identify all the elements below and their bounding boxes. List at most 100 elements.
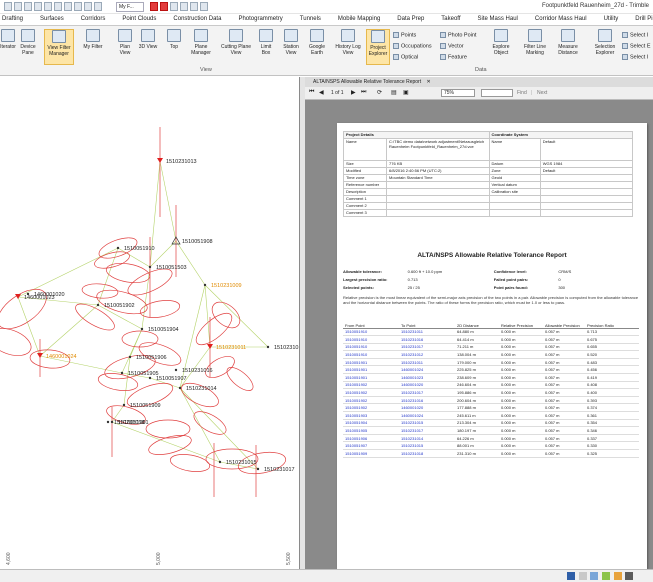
undo-icon[interactable] (44, 2, 52, 11)
survey-point-icon[interactable] (266, 345, 270, 349)
plan-view-button[interactable]: Plan View (116, 29, 134, 65)
tab-data-prep[interactable]: Data Prep (397, 14, 424, 24)
point-link[interactable]: 1460001024 (399, 365, 455, 375)
point-link[interactable]: 1510051903 (343, 411, 399, 420)
survey-point-icon[interactable] (256, 467, 260, 471)
print-icon[interactable] (84, 2, 92, 11)
point-link[interactable]: 1510231018 (399, 449, 455, 458)
photo-point-toggle[interactable]: Photo Point (440, 32, 476, 38)
point-link[interactable]: 1510231017 (399, 426, 455, 435)
nav-first-icon[interactable]: ⏮ (309, 89, 314, 96)
nav-last-icon[interactable]: ⏭ (361, 89, 366, 96)
point-link[interactable]: 1510231016 (399, 396, 455, 405)
column-header[interactable]: Allowable Precision (543, 316, 585, 329)
vector-toggle[interactable]: Vector (440, 43, 464, 49)
column-header[interactable]: 2D Distance (455, 316, 499, 329)
cutting-plane-button[interactable]: Cutting Plane View (220, 29, 252, 65)
find-button[interactable]: Find (517, 90, 527, 96)
point-link[interactable]: 1510051910 (343, 328, 399, 337)
print-icon[interactable]: ▤ (391, 89, 397, 96)
survey-point-icon[interactable] (148, 265, 152, 269)
iterator-button[interactable]: Iterator (0, 29, 16, 65)
report-tab[interactable]: ALTA/NSPS Allowable Relative Tolerance R… (305, 77, 653, 87)
help-icon[interactable] (94, 2, 102, 11)
point-link[interactable]: 1460001024 (399, 411, 455, 420)
point-link[interactable]: 1510231011 (399, 328, 455, 337)
find-input[interactable] (481, 89, 513, 97)
warning-icon[interactable] (613, 572, 622, 580)
column-header[interactable]: Precision Ratio (585, 316, 639, 329)
tab-photogrammetry[interactable]: Photogrammetry (238, 14, 282, 24)
selection-explorer-button[interactable]: Selection Explorer (590, 29, 620, 65)
refresh-icon[interactable]: ⟳ (377, 89, 382, 96)
document-selector[interactable]: My F... (116, 2, 144, 12)
cube-button[interactable]: 3D View (138, 29, 158, 65)
point-link[interactable]: 1510051902 (343, 396, 399, 405)
tab-utility[interactable]: Utility (604, 14, 619, 24)
point-link[interactable]: 1460001020 (399, 403, 455, 413)
point-link[interactable]: 1510231015 (399, 419, 455, 428)
survey-point-icon[interactable] (178, 386, 182, 390)
point-link[interactable]: 1510051910 (343, 335, 399, 344)
point-link[interactable]: 1510231012 (399, 350, 455, 359)
tab-takeoff[interactable]: Takeoff (441, 14, 460, 24)
snap-icon[interactable] (567, 572, 575, 580)
close-icon[interactable]: ✕ (427, 79, 431, 85)
tab-corridors[interactable]: Corridors (81, 14, 106, 24)
open-icon[interactable] (24, 2, 32, 11)
point-link[interactable]: 1510051904 (343, 419, 399, 428)
view-filter-button[interactable]: View Filter Manager (44, 29, 74, 65)
survey-point-icon[interactable] (110, 420, 114, 424)
point-link[interactable]: 1510051901 (343, 373, 399, 382)
survey-point-icon[interactable] (140, 327, 144, 331)
plan-view-canvas[interactable]: 1510231013 1510051908 1510231009 1510051503… (0, 77, 300, 569)
station-flag-icon[interactable] (37, 353, 43, 358)
next-button[interactable]: Next (537, 90, 547, 96)
layout-icon[interactable] (190, 2, 198, 11)
point-link[interactable]: 1510051901 (343, 358, 399, 367)
column-header[interactable]: Relative Precision (499, 316, 543, 329)
menu-icon[interactable] (4, 2, 12, 11)
top-view-button[interactable]: Top (164, 29, 184, 65)
select-i2-button[interactable]: Select I (622, 54, 648, 60)
ortho-icon[interactable] (590, 572, 599, 580)
point-link[interactable]: 1510051910 (343, 350, 399, 359)
point-link[interactable]: 1510051909 (343, 449, 399, 458)
pause-icon[interactable] (170, 2, 178, 11)
point-link[interactable]: 1460001023 (399, 373, 455, 382)
device-pane-button[interactable]: Device Pane (16, 29, 40, 65)
history-button[interactable]: History Log View (334, 29, 362, 65)
survey-point-icon[interactable] (96, 303, 100, 307)
point-link[interactable]: 1510231014 (399, 434, 455, 443)
tab-drafting[interactable]: Drafting (2, 14, 23, 24)
column-header[interactable]: To Point (399, 316, 455, 329)
limit-box-button[interactable]: Limit Box (256, 29, 276, 65)
survey-point-icon[interactable] (120, 371, 124, 375)
filter-button[interactable]: My Filter (78, 29, 108, 65)
tab-mobile-mapping[interactable]: Mobile Mapping (338, 14, 380, 24)
point-link[interactable]: 1510051902 (343, 381, 399, 390)
tab-site-mass-haul[interactable]: Site Mass Haul (478, 14, 518, 24)
point-link[interactable]: 1510231017 (399, 343, 455, 352)
tab-corridor-mass-haul[interactable]: Corridor Mass Haul (535, 14, 587, 24)
tab-point-clouds[interactable]: Point Clouds (122, 14, 156, 24)
grid-icon[interactable] (180, 2, 188, 11)
survey-point-icon[interactable] (203, 283, 207, 287)
measure-button[interactable]: Measure Distance (552, 29, 584, 65)
station-view-button[interactable]: Station View (280, 29, 302, 65)
point-link[interactable]: 1510051905 (343, 426, 399, 435)
tab-construction-data[interactable]: Construction Data (173, 14, 221, 24)
points-toggle[interactable]: Points (393, 32, 416, 38)
tab-tunnels[interactable]: Tunnels (300, 14, 321, 24)
occupations-toggle[interactable]: Occupations (393, 43, 432, 49)
optical-toggle[interactable]: Optical (393, 54, 418, 60)
select-e-button[interactable]: Select E (622, 43, 650, 49)
tab-drill-pile-c[interactable]: Drill Pile C (635, 14, 653, 24)
point-link[interactable]: 1510051910 (343, 343, 399, 352)
survey-point-icon[interactable] (148, 376, 152, 380)
point-link[interactable]: 1510051902 (343, 388, 399, 397)
plane-manager-button[interactable]: Plane Manager (186, 29, 216, 65)
grid-icon[interactable] (578, 572, 587, 580)
point-link[interactable]: 1510051901 (343, 365, 399, 375)
survey-point-icon[interactable] (174, 368, 178, 372)
